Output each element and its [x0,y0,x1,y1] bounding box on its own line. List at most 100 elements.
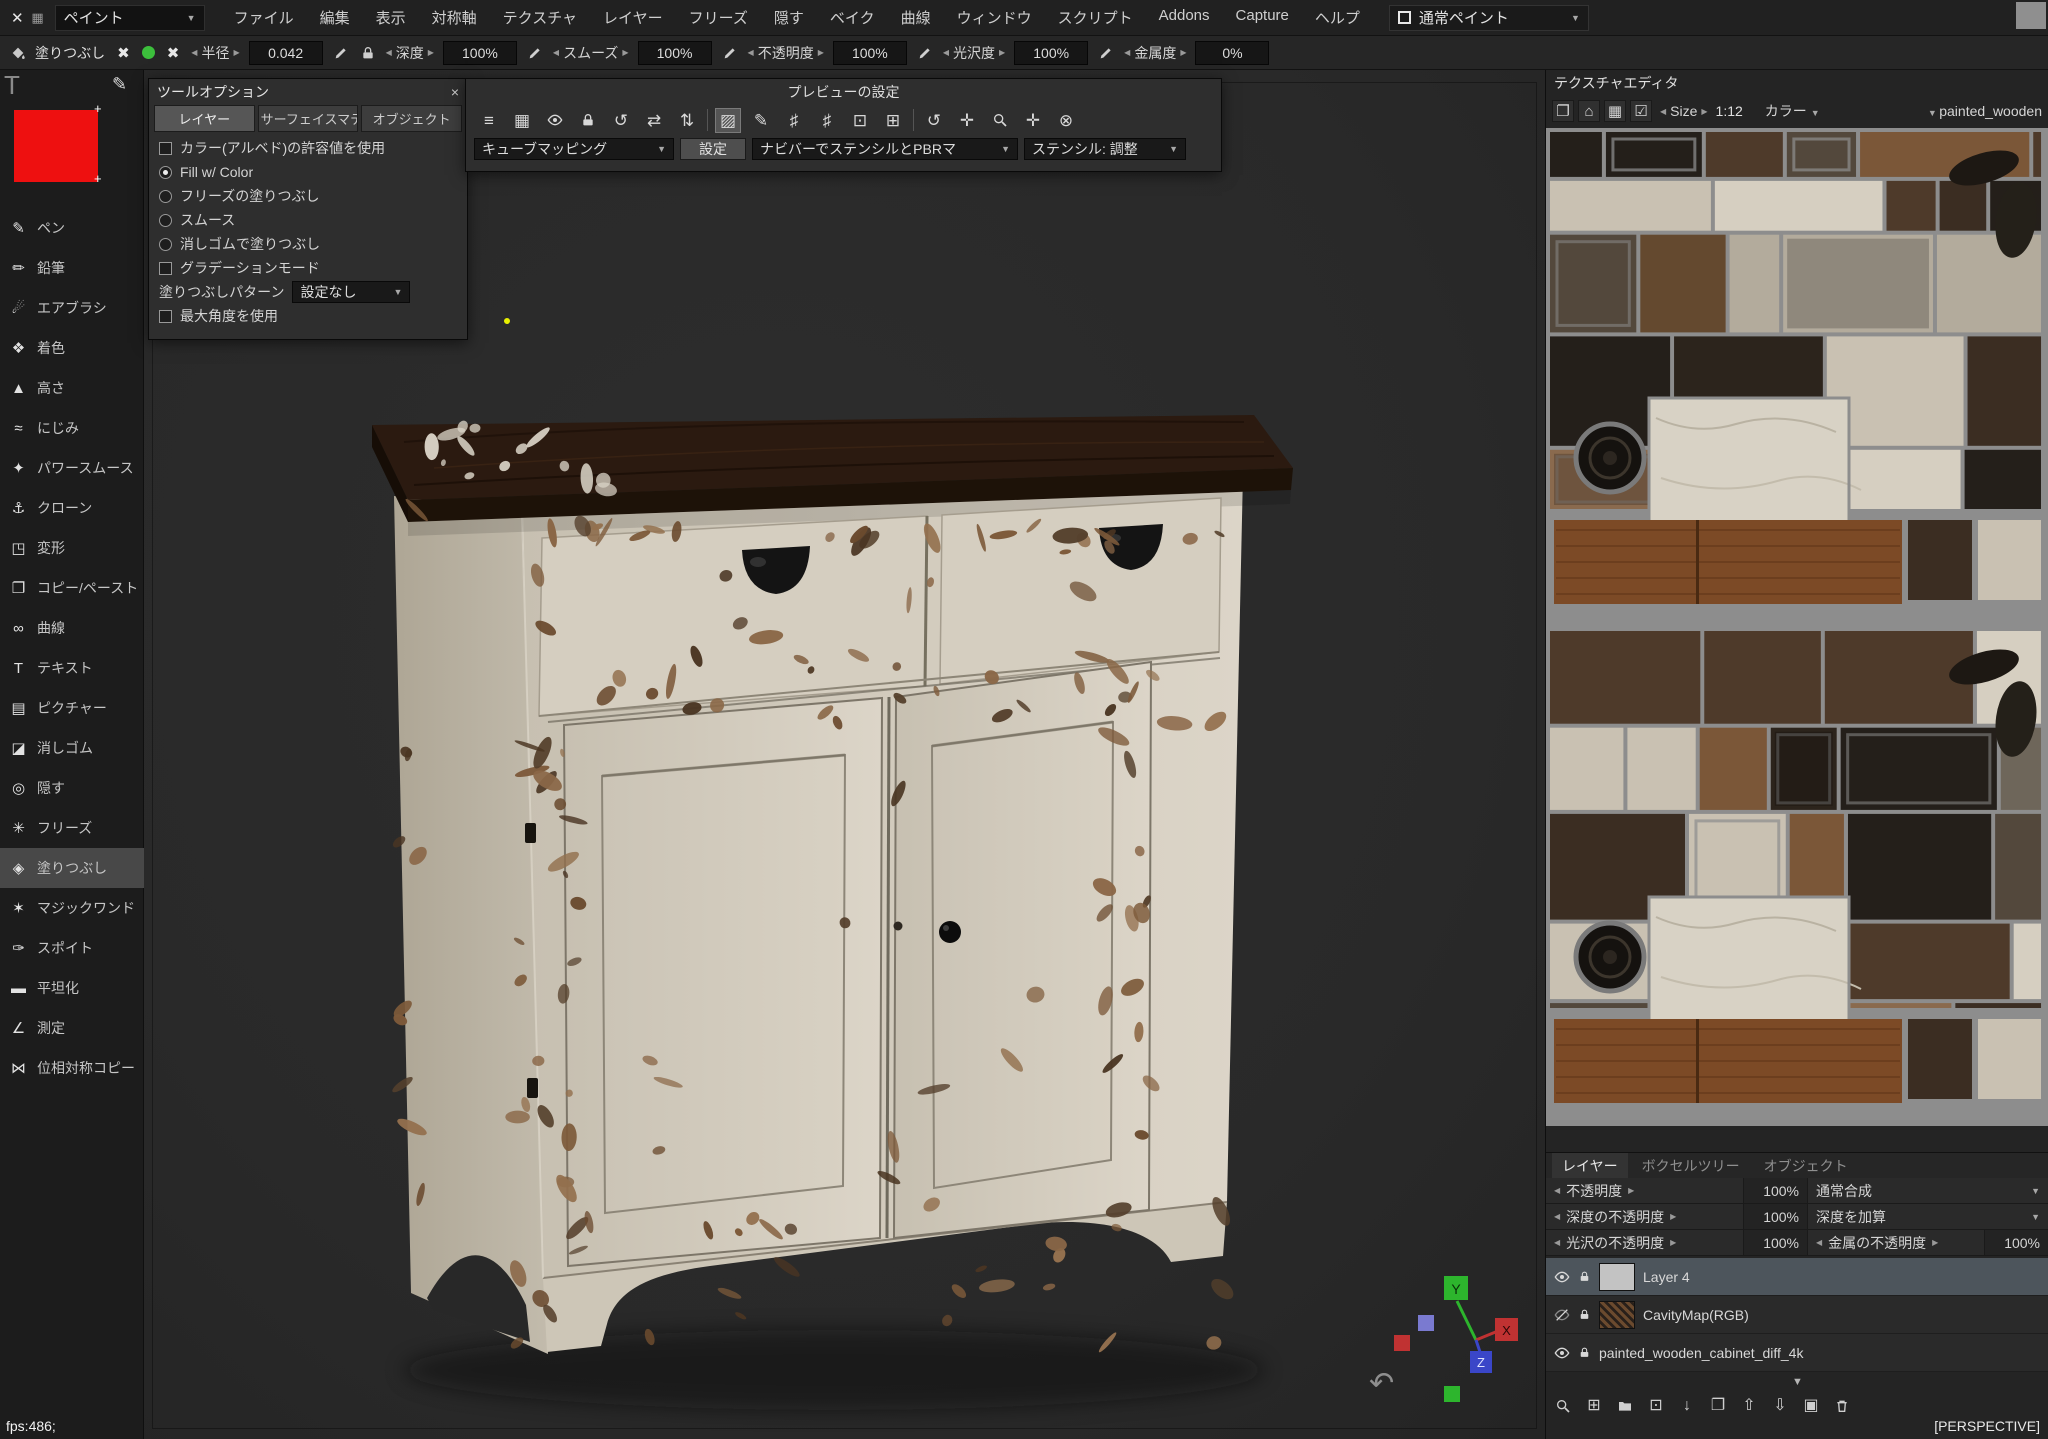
menu-item-ファイル[interactable]: ファイル [221,2,307,33]
depth-blend-dropdown[interactable]: 深度を加算▼ [1808,1204,2048,1229]
tool-高さ[interactable]: ▲高さ [0,368,144,408]
swap-vertical-icon[interactable]: ⇅ [674,108,700,133]
param-value-スムーズ[interactable]: 100% [638,41,712,65]
option-Fill w/ Color[interactable]: Fill w/ Color [149,160,467,184]
tool-消しゴム[interactable]: ◪消しゴム [0,728,144,768]
lock-icon[interactable] [1578,1308,1591,1321]
menu-item-表示[interactable]: 表示 [363,2,419,33]
depth-opacity-value[interactable]: 100% [1744,1204,1808,1229]
axis-gizmo[interactable]: Y X Z [1384,1255,1545,1425]
uv-texture-atlas[interactable] [1546,128,2048,1126]
menu-item-ウィンドウ[interactable]: ウィンドウ [944,2,1045,33]
tool-変形[interactable]: ◳変形 [0,528,144,568]
radio-icon[interactable] [159,166,172,179]
layers-tab-レイヤー[interactable]: レイヤー [1552,1153,1628,1179]
layers-tab-ボクセルツリー[interactable]: ボクセルツリー [1632,1153,1750,1179]
tool-鉛筆[interactable]: ✏鉛筆 [0,248,144,288]
zoom-layers-icon[interactable] [1552,1395,1574,1417]
tool-パワースムース[interactable]: ✦パワースムース [0,448,144,488]
deselect-button[interactable]: ✖ [114,44,133,62]
tool-にじみ[interactable]: ≈にじみ [0,408,144,448]
load-box-icon[interactable]: ⊞ [880,108,906,133]
depth-opacity-spinner[interactable]: ◀深度の不透明度▶ [1546,1204,1744,1229]
mapping-dropdown[interactable]: キューブマッピング ▼ [474,138,674,160]
option-グラデーションモード[interactable]: グラデーションモード [149,256,467,280]
tool-隠す[interactable]: ◎隠す [0,768,144,808]
checker-icon[interactable]: ☑ [1630,100,1652,122]
color-channel-dropdown[interactable]: カラー ▼ [1765,101,1820,121]
close-circle-icon[interactable]: ⊗ [1053,108,1079,133]
clear-button[interactable]: ✖ [164,44,183,62]
layer-thumbnail[interactable] [1599,1301,1635,1329]
tool-位相対称コピー[interactable]: ⋈位相対称コピー [0,1048,144,1088]
tool-スポイト[interactable]: ✑スポイト [0,928,144,968]
menu-item-曲線[interactable]: 曲線 [888,2,944,33]
tool-クローン[interactable]: ⚓クローン [0,488,144,528]
settings-button[interactable]: 設定 [680,138,746,160]
move-view-icon[interactable]: ✛ [1020,108,1046,133]
uv-grid-icon[interactable]: ▦ [1604,100,1626,122]
blend-mode-dropdown[interactable]: 通常合成▼ [1808,1178,2048,1203]
gloss-opacity-spinner[interactable]: ◀光沢の不透明度▶ [1546,1230,1744,1255]
axis-neg-handle[interactable] [1394,1335,1410,1351]
eye-icon[interactable] [1554,1269,1570,1285]
new-layer-icon[interactable]: ⊞ [1583,1395,1605,1417]
pencil-icon[interactable] [1097,45,1115,61]
paint-mode-dropdown[interactable]: ペイント ▼ [55,5,205,31]
tab-レイヤー[interactable]: レイヤー [154,105,255,132]
delete-layer-icon[interactable] [1831,1395,1853,1417]
param-spinner-光沢度[interactable]: ◀光沢度▶ [943,43,1005,63]
menu-item-フリーズ[interactable]: フリーズ [676,2,761,33]
option-フリーズの塗りつぶし[interactable]: フリーズの塗りつぶし [149,184,467,208]
menu-item-Addons[interactable]: Addons [1146,2,1223,33]
menu-item-ヘルプ[interactable]: ヘルプ [1302,2,1373,33]
merge-layer-icon[interactable]: ▣ [1800,1395,1822,1417]
param-spinner-金属度[interactable]: ◀金属度▶ [1124,43,1186,63]
eye-icon[interactable] [1554,1345,1570,1361]
pencil-icon[interactable] [526,45,544,61]
lock-icon[interactable] [1578,1346,1591,1359]
layer-name[interactable]: painted_wooden_cabinet_diff_4k [1599,1345,1803,1361]
tool-平坦化[interactable]: ▬平坦化 [0,968,144,1008]
size-spinner[interactable]: ◀Size▶ [1660,103,1708,119]
menu-item-レイヤー[interactable]: レイヤー [590,2,676,33]
tool-マジックワンド[interactable]: ✶マジックワンド [0,888,144,928]
menu-item-Capture[interactable]: Capture [1223,2,1302,33]
radio-icon[interactable] [159,214,172,227]
eye-icon[interactable] [542,108,568,133]
home-icon[interactable]: ⌂ [1578,100,1600,122]
duplicate-layer-icon[interactable]: ❐ [1707,1395,1729,1417]
lock-icon[interactable] [575,108,601,133]
tool-曲線[interactable]: ∞曲線 [0,608,144,648]
param-spinner-半径[interactable]: ◀半径▶ [191,43,239,63]
metal-opacity-spinner[interactable]: ◀金属の不透明度▶ [1808,1230,1985,1255]
tool-エアブラシ[interactable]: ☄エアブラシ [0,288,144,328]
pencil-icon[interactable] [916,45,934,61]
menu-item-テクスチャ[interactable]: テクスチャ [490,2,590,33]
stencil-weave-icon[interactable]: ♯ [781,108,807,133]
menu-item-編集[interactable]: 編集 [307,2,363,33]
tool-測定[interactable]: ∠測定 [0,1008,144,1048]
stencil-pencil-icon[interactable]: ✎ [748,108,774,133]
sliders-icon[interactable]: ≡ [476,108,502,133]
param-spinner-深度[interactable]: ◀深度▶ [386,43,434,63]
rotate-icon[interactable]: ↺ [608,108,634,133]
tool-テキスト[interactable]: Tテキスト [0,648,144,688]
layer-row[interactable]: CavityMap(RGB) [1546,1296,2048,1334]
radio-icon[interactable] [159,190,172,203]
opacity-value[interactable]: 100% [1744,1178,1808,1203]
pattern-dropdown[interactable]: 設定なし▼ [292,281,410,303]
metal-opacity-value[interactable]: 100% [1985,1230,2048,1255]
option-カラー(アルベド)の許容値を使用[interactable]: カラー(アルベド)の許容値を使用 [149,136,467,160]
checkbox-icon[interactable] [159,262,172,275]
option-最大角度を使用[interactable]: 最大角度を使用 [149,304,467,328]
stencil-nav-dropdown[interactable]: ナビバーでステンシルとPBRマ ▼ [752,138,1018,160]
nodes-icon[interactable]: ⊡ [1645,1395,1667,1417]
axis-neg-handle[interactable] [1418,1315,1434,1331]
tab-サーフェイスマテ[interactable]: サーフェイスマテ [258,105,359,132]
param-value-金属度[interactable]: 0% [1195,41,1269,65]
pencil-icon[interactable] [721,45,739,61]
axis-neg-handle[interactable] [1444,1386,1460,1402]
close-icon[interactable]: × [451,84,459,100]
tool-ピクチャー[interactable]: ▤ピクチャー [0,688,144,728]
